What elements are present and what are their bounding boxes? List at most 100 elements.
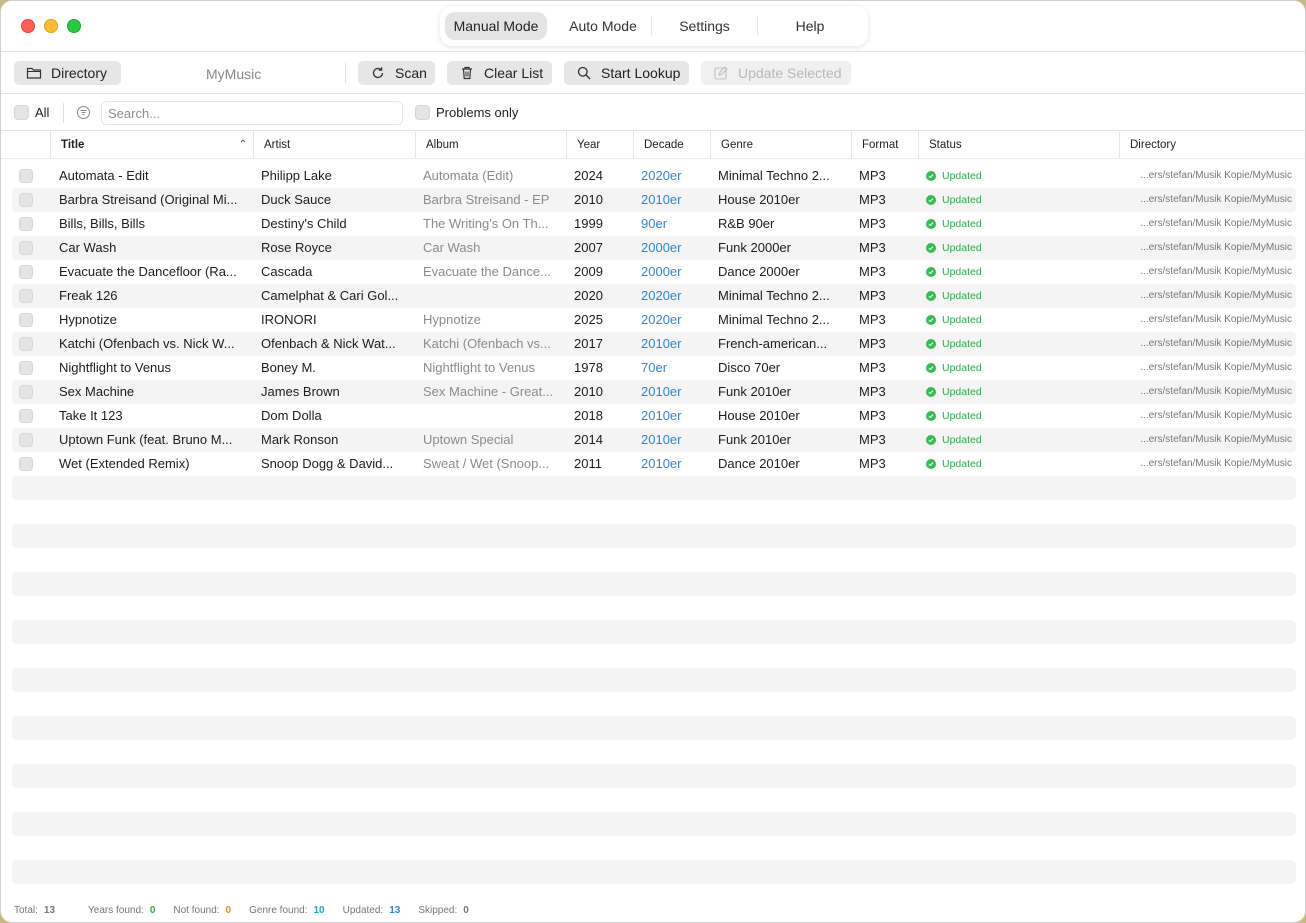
stat-updated: Updated: 13 bbox=[343, 905, 401, 916]
track-decade[interactable]: 2010er bbox=[641, 404, 701, 428]
row-checkbox[interactable] bbox=[19, 409, 33, 423]
track-decade[interactable]: 2020er bbox=[641, 284, 701, 308]
track-status: Updated bbox=[926, 188, 1046, 212]
track-decade[interactable]: 2010er bbox=[641, 428, 701, 452]
app-window: Manual Mode Auto Mode Settings Help Dire… bbox=[0, 0, 1306, 923]
table-row[interactable]: Uptown Funk (feat. Bruno M... Mark Ronson… bbox=[12, 428, 1296, 452]
update-selected-button[interactable]: Update Selected bbox=[701, 61, 851, 85]
title-bar: Manual Mode Auto Mode Settings Help bbox=[1, 1, 1305, 52]
tab-auto-mode[interactable]: Auto Mode bbox=[555, 12, 651, 40]
column-header-format[interactable]: Format bbox=[851, 131, 918, 159]
column-header-title[interactable]: Title ⌃ bbox=[50, 131, 253, 159]
select-all-checkbox[interactable] bbox=[14, 105, 29, 120]
track-decade[interactable]: 2010er bbox=[641, 452, 701, 476]
empty-row bbox=[12, 860, 1296, 884]
row-checkbox[interactable] bbox=[19, 289, 33, 303]
column-header-album[interactable]: Album bbox=[415, 131, 566, 159]
sort-ascending-icon: ⌃ bbox=[238, 139, 247, 150]
row-checkbox[interactable] bbox=[19, 433, 33, 447]
track-table-body: Automata - Edit Philipp Lake Automata (Edi… bbox=[12, 164, 1296, 476]
column-header-status[interactable]: Status bbox=[918, 131, 1119, 159]
table-row[interactable]: Sex Machine James Brown Sex Machine - Grea… bbox=[12, 380, 1296, 404]
table-row[interactable]: Wet (Extended Remix) Snoop Dogg & David..… bbox=[12, 452, 1296, 476]
row-checkbox[interactable] bbox=[19, 193, 33, 207]
tab-settings[interactable]: Settings bbox=[652, 12, 757, 40]
track-decade[interactable]: 2010er bbox=[641, 380, 701, 404]
row-checkbox[interactable] bbox=[19, 337, 33, 351]
row-checkbox[interactable] bbox=[19, 217, 33, 231]
table-row[interactable]: Take It 123 Dom Dolla 2018 2010er House 2010… bbox=[12, 404, 1296, 428]
track-artist: Camelphat & Cari Gol... bbox=[261, 288, 399, 303]
track-status-label: Updated bbox=[942, 362, 982, 374]
track-decade[interactable]: 90er bbox=[641, 212, 701, 236]
track-status-label: Updated bbox=[942, 218, 982, 230]
track-directory: ...ers/stefan/Musik Kopie/MyMusic bbox=[1140, 362, 1292, 373]
track-decade[interactable]: 2020er bbox=[641, 164, 701, 188]
clear-list-button[interactable]: Clear List bbox=[447, 61, 552, 85]
column-header-genre[interactable]: Genre bbox=[710, 131, 851, 159]
checkmark-icon bbox=[926, 195, 936, 205]
table-row[interactable]: Automata - Edit Philipp Lake Automata (Edi… bbox=[12, 164, 1296, 188]
column-header-decade[interactable]: Decade bbox=[633, 131, 710, 159]
track-decade[interactable]: 70er bbox=[641, 356, 701, 380]
table-row[interactable]: Barbra Streisand (Original Mi... Duck Sau… bbox=[12, 188, 1296, 212]
track-artist: Duck Sauce bbox=[261, 192, 332, 207]
track-title: Katchi (Ofenbach vs. Nick W... bbox=[59, 336, 235, 351]
stat-total-value: 13 bbox=[43, 905, 56, 916]
checkmark-icon bbox=[926, 435, 936, 445]
table-row[interactable]: Freak 126 Camelphat & Cari Gol... 2020 2020… bbox=[12, 284, 1296, 308]
tab-help[interactable]: Help bbox=[758, 12, 862, 40]
track-decade[interactable]: 2000er bbox=[641, 236, 701, 260]
tab-manual-mode[interactable]: Manual Mode bbox=[445, 12, 547, 40]
table-row[interactable]: Nightflight to Venus Boney M. Nightflight … bbox=[12, 356, 1296, 380]
track-title: Barbra Streisand (Original Mi... bbox=[59, 192, 238, 207]
track-genre: House 2010er bbox=[718, 408, 800, 423]
stat-genre-value: 10 bbox=[313, 905, 325, 916]
table-row[interactable]: Car Wash Rose Royce Car Wash 2007 2000er Funk… bbox=[12, 236, 1296, 260]
column-header-year[interactable]: Year bbox=[566, 131, 633, 159]
row-checkbox[interactable] bbox=[19, 169, 33, 183]
track-genre: Funk 2010er bbox=[718, 432, 791, 447]
minimize-window-button[interactable] bbox=[44, 19, 58, 33]
column-header-artist[interactable]: Artist bbox=[253, 131, 415, 159]
stat-genre-found: Genre found: 10 bbox=[249, 905, 325, 916]
problems-only-label: Problems only bbox=[436, 105, 519, 120]
track-decade[interactable]: 2000er bbox=[641, 260, 701, 284]
table-row[interactable]: Bills, Bills, Bills Destiny's Child The Wr… bbox=[12, 212, 1296, 236]
track-directory: ...ers/stefan/Musik Kopie/MyMusic bbox=[1140, 194, 1292, 205]
track-format: MP3 bbox=[859, 408, 886, 423]
table-header: Title ⌃ Artist Album Year Decade Genre F… bbox=[1, 131, 1305, 159]
track-status: Updated bbox=[926, 164, 1046, 188]
table-row[interactable]: Hypnotize IRONORI Hypnotize 2025 2020er Minim… bbox=[12, 308, 1296, 332]
directory-button[interactable]: Directory bbox=[14, 61, 121, 85]
start-lookup-button[interactable]: Start Lookup bbox=[564, 61, 689, 85]
zoom-window-button[interactable] bbox=[67, 19, 81, 33]
track-year: 2009 bbox=[574, 264, 603, 279]
track-format: MP3 bbox=[859, 312, 886, 327]
table-row[interactable]: Evacuate the Dancefloor (Ra... Cascada Eva… bbox=[12, 260, 1296, 284]
track-decade[interactable]: 2010er bbox=[641, 188, 701, 212]
table-row[interactable]: Katchi (Ofenbach vs. Nick W... Ofenbach &… bbox=[12, 332, 1296, 356]
row-checkbox[interactable] bbox=[19, 385, 33, 399]
stat-notfound-value: 0 bbox=[225, 905, 232, 916]
track-decade[interactable]: 2020er bbox=[641, 308, 701, 332]
clear-list-button-label: Clear List bbox=[484, 65, 544, 81]
row-checkbox[interactable] bbox=[19, 313, 33, 327]
column-header-directory[interactable]: Directory bbox=[1119, 131, 1297, 159]
scan-button[interactable]: Scan bbox=[358, 61, 435, 85]
search-input[interactable] bbox=[101, 101, 403, 125]
track-decade[interactable]: 2010er bbox=[641, 332, 701, 356]
row-checkbox[interactable] bbox=[19, 265, 33, 279]
track-status: Updated bbox=[926, 380, 1046, 404]
track-title: Hypnotize bbox=[59, 312, 117, 327]
track-status: Updated bbox=[926, 404, 1046, 428]
row-checkbox[interactable] bbox=[19, 241, 33, 255]
problems-only-checkbox[interactable] bbox=[415, 105, 430, 120]
filter-icon[interactable] bbox=[76, 105, 91, 123]
row-checkbox[interactable] bbox=[19, 361, 33, 375]
row-checkbox[interactable] bbox=[19, 457, 33, 471]
track-directory: ...ers/stefan/Musik Kopie/MyMusic bbox=[1140, 434, 1292, 445]
checkmark-icon bbox=[926, 171, 936, 181]
close-window-button[interactable] bbox=[21, 19, 35, 33]
track-genre: Dance 2000er bbox=[718, 264, 800, 279]
